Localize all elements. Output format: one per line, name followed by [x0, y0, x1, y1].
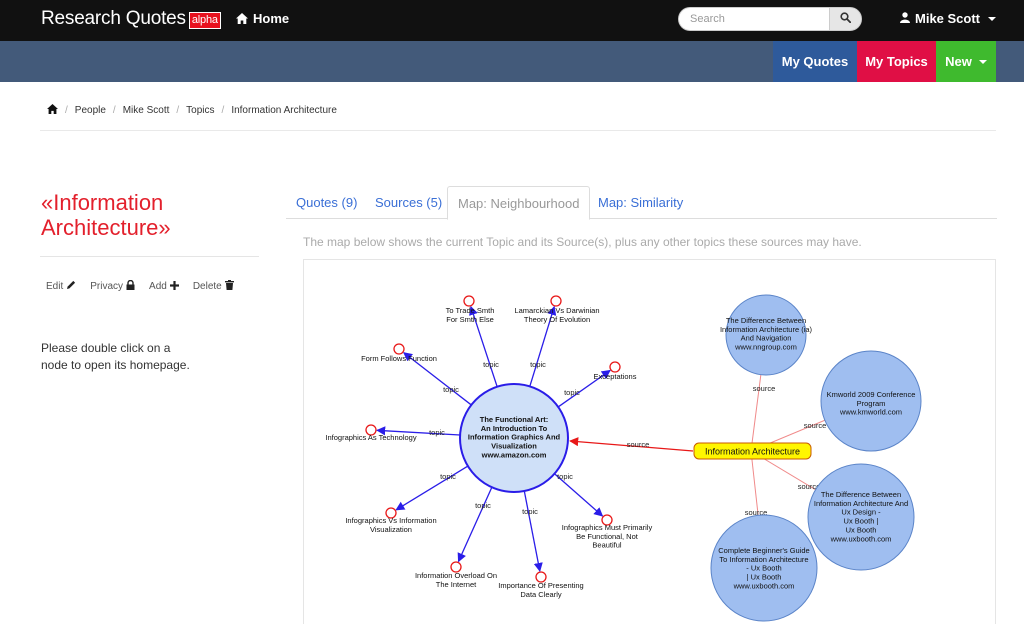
top-navbar: Research Quotesalpha Home Mike Scott	[0, 0, 1024, 41]
search-form	[678, 7, 862, 31]
map-node-topic[interactable]	[393, 343, 405, 355]
tab-map-neighbourhood[interactable]: Map: Neighbourhood	[447, 186, 591, 220]
search-button[interactable]	[829, 7, 862, 31]
brand-name: Research Quotes	[41, 8, 186, 29]
pencil-icon	[66, 280, 76, 293]
map-edge-label: topic	[557, 472, 573, 481]
privacy-label: Privacy	[90, 281, 124, 292]
map-node-label: Infographics Must Primarily Be Functional…	[562, 523, 653, 550]
map-edge-label: topic	[443, 385, 459, 394]
user-name: Mike Scott	[915, 11, 981, 26]
map-edge-topic	[395, 465, 469, 511]
my-topics-button[interactable]: My Topics	[857, 41, 936, 82]
breadcrumb-separator: /	[65, 105, 68, 116]
breadcrumb-user[interactable]: Mike Scott	[123, 105, 170, 116]
map-node-label: Infographics Vs Information Visualization	[345, 516, 436, 534]
map-edge-label: topic	[483, 360, 499, 369]
new-dropdown-button[interactable]: New	[936, 41, 996, 82]
page-title-line: «Information	[41, 190, 164, 215]
breadcrumb-separator: /	[176, 105, 180, 116]
tab-bar: Quotes (9) Sources (5) Map: Neighbourhoo…	[286, 186, 997, 220]
breadcrumb: / People / Mike Scott / Topics / Informa…	[47, 104, 337, 117]
tab-quotes[interactable]: Quotes (9)	[286, 186, 367, 219]
delete-label: Delete	[192, 281, 222, 292]
map-edge-label: topic	[475, 501, 491, 510]
breadcrumb-topics[interactable]: Topics	[186, 105, 214, 116]
brand-logo[interactable]: Research Quotes alpha	[41, 8, 221, 30]
tab-sources[interactable]: Sources (5)	[365, 186, 452, 219]
map-node-label: Information Overload On The Internet	[415, 571, 497, 589]
map-edge-topic	[457, 486, 493, 563]
privacy-button[interactable]: Privacy	[90, 279, 135, 293]
page-title: «Information Architecture»	[41, 190, 241, 240]
breadcrumb-people[interactable]: People	[75, 105, 106, 116]
map-edge-label: source	[804, 421, 827, 430]
my-quotes-button[interactable]: My Quotes	[773, 41, 857, 82]
edit-button[interactable]: Edit	[46, 280, 76, 293]
map-edge-label: source	[627, 440, 650, 449]
edit-label: Edit	[46, 281, 64, 292]
map-edge-label: topic	[564, 388, 580, 397]
tab-map-similarity[interactable]: Map: Similarity	[588, 186, 693, 219]
map-edge-label: topic	[429, 428, 445, 437]
breadcrumb-current: Information Architecture	[231, 105, 337, 116]
search-icon	[840, 10, 852, 28]
trash-icon	[224, 280, 234, 293]
add-button[interactable]: Add	[149, 280, 179, 293]
sub-navbar: My Quotes My Topics New	[0, 41, 1024, 82]
map-node-label: To Trade Smth For Smth Else	[446, 306, 495, 324]
page-title-line: Architecture»	[41, 215, 171, 240]
map-description: The map below shows the current Topic an…	[303, 235, 862, 249]
home-link[interactable]: Home	[236, 11, 289, 26]
map-node-topic[interactable]	[609, 361, 621, 373]
plus-icon	[169, 280, 179, 293]
map-node-label: Form Follows Function	[361, 354, 437, 363]
map-node-topic[interactable]	[550, 295, 562, 307]
chevron-down-icon	[988, 16, 997, 21]
map-graph[interactable]: topic topic topic topic topic topic topic topic…	[304, 260, 996, 624]
delete-button[interactable]: Delete	[193, 280, 234, 293]
map-node-label: Lamarckian Vs Darwinian Theory Of Evoluti…	[514, 306, 599, 324]
search-input[interactable]	[678, 7, 829, 31]
map-edge-topic	[523, 490, 543, 573]
chevron-down-icon	[978, 59, 987, 64]
topic-actions: Edit Privacy Add Delete	[46, 279, 234, 293]
home-label: Home	[253, 11, 290, 26]
user-menu[interactable]: Mike Scott	[900, 11, 997, 26]
home-icon[interactable]	[47, 104, 58, 117]
map-hint-text: Please double click on a node to open it…	[41, 341, 190, 372]
map-node-label: Exceptations	[594, 372, 637, 381]
lock-icon	[126, 279, 135, 293]
breadcrumb-separator: /	[221, 105, 225, 116]
user-icon	[900, 11, 910, 26]
map-node-topic[interactable]	[463, 295, 475, 307]
divider	[40, 256, 259, 257]
divider	[40, 130, 996, 131]
map-edge-label: source	[753, 384, 776, 393]
neighbourhood-map[interactable]: topic topic topic topic topic topic topic topic…	[303, 259, 996, 624]
breadcrumb-separator: /	[112, 105, 116, 116]
alpha-badge: alpha	[188, 12, 221, 29]
map-node-label: Infographics As Technology	[325, 433, 416, 442]
map-node-label: Importance Of Presenting Data Clearly	[498, 581, 583, 599]
map-node-current-topic-label: Information Architecture	[705, 447, 800, 457]
new-label: New	[945, 54, 972, 69]
map-edge-label: topic	[522, 507, 538, 516]
map-edge-label: topic	[440, 472, 456, 481]
add-label: Add	[149, 281, 167, 292]
map-edge-label: topic	[530, 360, 546, 369]
home-icon	[236, 13, 248, 24]
